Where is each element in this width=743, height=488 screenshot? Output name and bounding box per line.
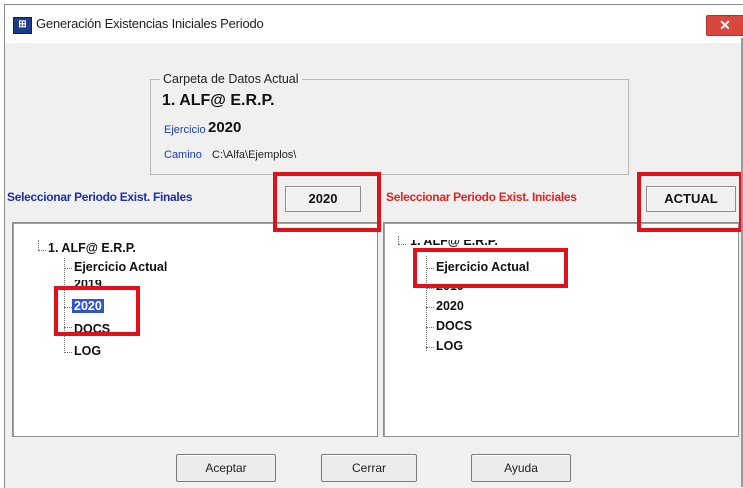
right-tree-item[interactable]: DOCS <box>436 319 472 333</box>
close-button[interactable]: ✕ <box>706 15 743 36</box>
title-bar[interactable]: ⊞ Generación Existencias Iniciales Perio… <box>5 5 743 43</box>
initial-period-label: Seleccionar Periodo Exist. Iniciales <box>386 190 577 204</box>
right-tree-root[interactable]: 1. ALF@ E.R.P. <box>410 240 498 248</box>
right-tree-item[interactable]: LOG <box>436 339 463 353</box>
tree-line <box>398 244 406 245</box>
window-title: Generación Existencias Iniciales Periodo <box>36 16 264 31</box>
highlight-box <box>54 286 140 336</box>
left-tree-item[interactable]: Ejercicio Actual <box>74 260 167 274</box>
tree-line <box>38 240 39 250</box>
highlight-box <box>273 172 381 232</box>
tree-line <box>38 250 46 251</box>
accept-button[interactable]: Aceptar <box>176 454 276 482</box>
camino-label: Camino <box>164 149 202 161</box>
final-period-label: Seleccionar Periodo Exist. Finales <box>7 190 193 204</box>
tree-line <box>426 347 434 348</box>
highlight-box <box>637 172 743 232</box>
camino-value: C:\Alfa\Ejemplos\ <box>212 149 297 161</box>
app-icon: ⊞ <box>13 17 32 34</box>
right-tree-item[interactable]: 2020 <box>436 299 464 313</box>
left-tree-item[interactable]: LOG <box>74 344 101 358</box>
folder-name: 1. ALF@ E.R.P. <box>162 92 275 109</box>
groupbox-legend: Carpeta de Datos Actual <box>160 72 302 86</box>
tree-line <box>64 352 72 353</box>
tree-line <box>64 268 72 269</box>
highlight-box <box>413 248 568 288</box>
left-tree-root[interactable]: 1. ALF@ E.R.P. <box>48 241 136 255</box>
ejercicio-value: 2020 <box>208 119 242 136</box>
tree-line <box>426 327 434 328</box>
tree-line <box>426 307 434 308</box>
help-button[interactable]: Ayuda <box>471 454 571 482</box>
ejercicio-label: Ejercicio <box>164 124 206 136</box>
tree-line <box>398 236 399 244</box>
close-dialog-button[interactable]: Cerrar <box>321 454 417 482</box>
tree-line <box>426 288 434 289</box>
